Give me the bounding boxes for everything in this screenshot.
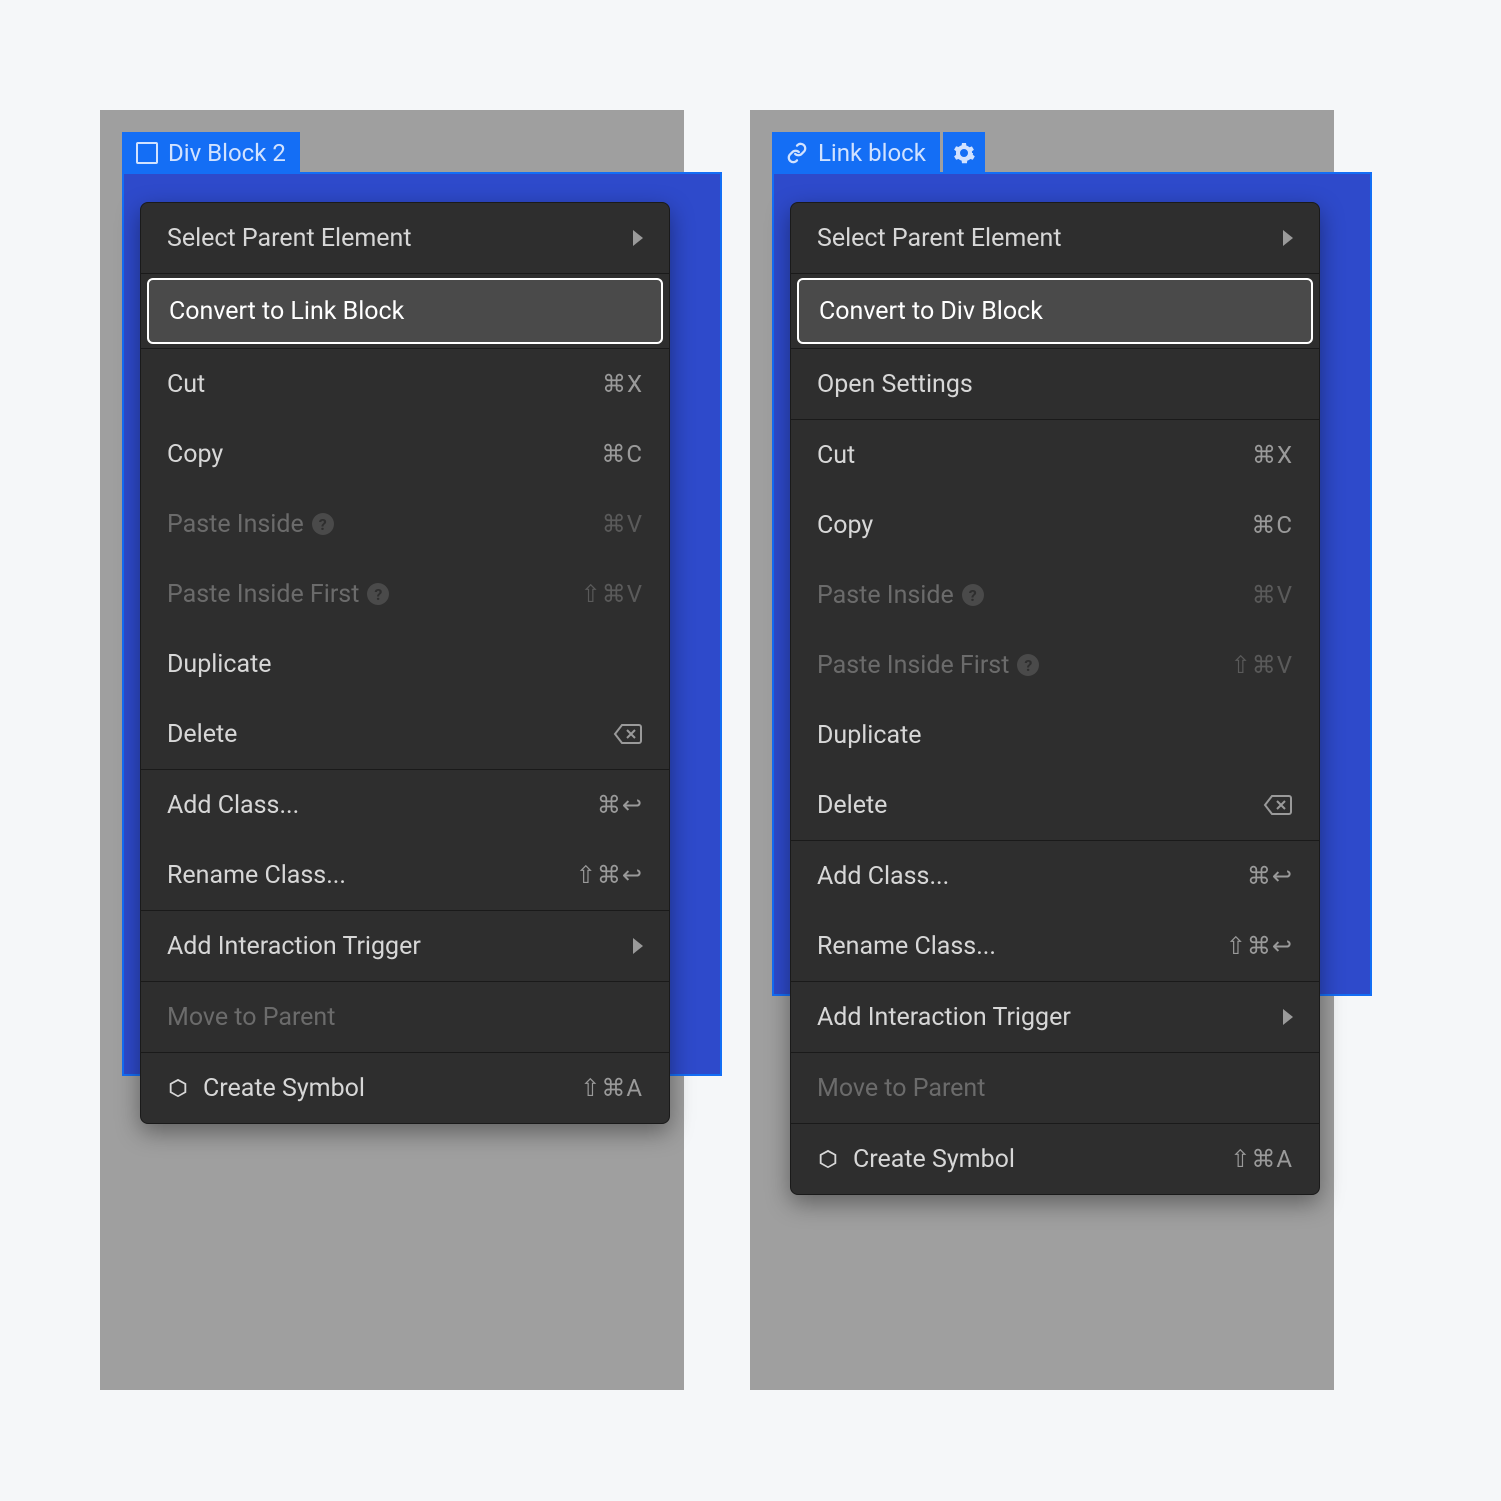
menu-item-shortcut: ⌘V	[1252, 581, 1293, 609]
menu-item-label: Convert to Div Block	[819, 297, 1043, 326]
menu-item-shortcut: ⇧⌘V	[581, 580, 643, 608]
menu-item-label: Open Settings	[817, 370, 973, 399]
menu-item-select-parent[interactable]: Select Parent Element	[791, 203, 1319, 273]
help-icon: ?	[367, 583, 389, 605]
menu-item-label: Move to Parent	[167, 1003, 335, 1032]
menu-item-shortcut: ⇧⌘↩	[576, 861, 643, 889]
menu-item-add-class[interactable]: Add Class... ⌘↩	[141, 770, 669, 840]
menu-item-select-parent[interactable]: Select Parent Element	[141, 203, 669, 273]
menu-item-paste-inside-first: Paste Inside First? ⇧⌘V	[791, 630, 1319, 700]
context-menu: Select Parent Element Convert to Link Blo…	[140, 202, 670, 1124]
menu-item-label: Select Parent Element	[817, 224, 1062, 253]
menu-item-delete[interactable]: Delete	[141, 699, 669, 769]
menu-item-create-symbol[interactable]: Create Symbol ⇧⌘A	[141, 1053, 669, 1123]
menu-item-copy[interactable]: Copy ⌘C	[791, 490, 1319, 560]
menu-item-paste-inside-first: Paste Inside First? ⇧⌘V	[141, 559, 669, 629]
div-icon	[136, 142, 158, 164]
menu-item-convert-link[interactable]: Convert to Link Block	[147, 278, 663, 344]
menu-item-shortcut: ⇧⌘A	[1230, 1145, 1293, 1173]
menu-item-move-parent: Move to Parent	[791, 1053, 1319, 1123]
menu-item-label: Select Parent Element	[167, 224, 412, 253]
menu-item-label: Create Symbol	[853, 1145, 1015, 1174]
link-icon	[786, 142, 808, 164]
panel-right: Link block Select Parent Element Convert …	[750, 110, 1334, 1390]
element-badge[interactable]: Link block	[772, 132, 940, 174]
menu-item-label: Delete	[817, 791, 887, 820]
chevron-right-icon	[1283, 1009, 1293, 1025]
menu-item-shortcut: ⌘↩	[1247, 862, 1293, 890]
backspace-icon	[613, 723, 643, 745]
cube-icon	[167, 1077, 189, 1099]
menu-item-label: Create Symbol	[203, 1074, 365, 1103]
menu-item-shortcut: ⇧⌘V	[1231, 651, 1293, 679]
menu-item-label: Convert to Link Block	[169, 297, 404, 326]
menu-item-delete[interactable]: Delete	[791, 770, 1319, 840]
chevron-right-icon	[633, 230, 643, 246]
menu-item-add-class[interactable]: Add Class... ⌘↩	[791, 841, 1319, 911]
menu-item-label: Paste Inside First	[817, 651, 1009, 680]
menu-item-move-parent: Move to Parent	[141, 982, 669, 1052]
menu-item-label: Paste Inside	[817, 581, 954, 610]
menu-item-duplicate[interactable]: Duplicate	[141, 629, 669, 699]
menu-item-shortcut: ⌘X	[1252, 441, 1293, 469]
menu-item-label: Duplicate	[167, 650, 272, 679]
help-icon: ?	[962, 584, 984, 606]
menu-item-shortcut: ⌘↩	[597, 791, 643, 819]
menu-item-label: Delete	[167, 720, 237, 749]
menu-item-label: Add Class...	[817, 862, 949, 891]
menu-item-rename-class[interactable]: Rename Class... ⇧⌘↩	[791, 911, 1319, 981]
menu-item-paste-inside: Paste Inside? ⌘V	[141, 489, 669, 559]
context-menu: Select Parent Element Convert to Div Bloc…	[790, 202, 1320, 1195]
help-icon: ?	[312, 513, 334, 535]
cube-icon	[817, 1148, 839, 1170]
menu-item-label: Paste Inside First	[167, 580, 359, 609]
menu-separator	[141, 273, 669, 274]
menu-item-label: Cut	[167, 370, 205, 399]
help-icon: ?	[1017, 654, 1039, 676]
panel-left: Div Block 2 Select Parent Element Convert…	[100, 110, 684, 1390]
menu-item-add-interaction[interactable]: Add Interaction Trigger	[791, 982, 1319, 1052]
backspace-icon	[1263, 794, 1293, 816]
menu-item-rename-class[interactable]: Rename Class... ⇧⌘↩	[141, 840, 669, 910]
menu-item-shortcut: ⌘X	[602, 370, 643, 398]
menu-item-shortcut: ⇧⌘A	[580, 1074, 643, 1102]
chevron-right-icon	[1283, 230, 1293, 246]
menu-item-open-settings[interactable]: Open Settings	[791, 349, 1319, 419]
menu-item-shortcut: ⌘V	[602, 510, 643, 538]
menu-item-label: Add Interaction Trigger	[817, 1003, 1071, 1032]
menu-item-label: Rename Class...	[817, 932, 996, 961]
menu-item-cut[interactable]: Cut ⌘X	[791, 420, 1319, 490]
menu-item-create-symbol[interactable]: Create Symbol ⇧⌘A	[791, 1124, 1319, 1194]
menu-item-add-interaction[interactable]: Add Interaction Trigger	[141, 911, 669, 981]
menu-separator	[791, 273, 1319, 274]
menu-item-label: Copy	[167, 440, 223, 469]
menu-item-shortcut: ⌘C	[601, 440, 643, 468]
menu-item-label: Duplicate	[817, 721, 922, 750]
menu-item-label: Rename Class...	[167, 861, 346, 890]
menu-item-cut[interactable]: Cut ⌘X	[141, 349, 669, 419]
menu-item-copy[interactable]: Copy ⌘C	[141, 419, 669, 489]
menu-item-label: Add Class...	[167, 791, 299, 820]
menu-item-convert-div[interactable]: Convert to Div Block	[797, 278, 1313, 344]
menu-item-label: Cut	[817, 441, 855, 470]
menu-item-duplicate[interactable]: Duplicate	[791, 700, 1319, 770]
chevron-right-icon	[633, 938, 643, 954]
menu-item-shortcut: ⇧⌘↩	[1226, 932, 1293, 960]
menu-item-label: Copy	[817, 511, 873, 540]
menu-item-paste-inside: Paste Inside? ⌘V	[791, 560, 1319, 630]
element-settings-button[interactable]	[943, 132, 985, 174]
menu-item-label: Paste Inside	[167, 510, 304, 539]
menu-item-label: Add Interaction Trigger	[167, 932, 421, 961]
element-badge-label: Div Block 2	[168, 139, 286, 167]
element-badge-label: Link block	[818, 139, 926, 167]
menu-item-label: Move to Parent	[817, 1074, 985, 1103]
menu-item-shortcut: ⌘C	[1251, 511, 1293, 539]
element-badge[interactable]: Div Block 2	[122, 132, 300, 174]
